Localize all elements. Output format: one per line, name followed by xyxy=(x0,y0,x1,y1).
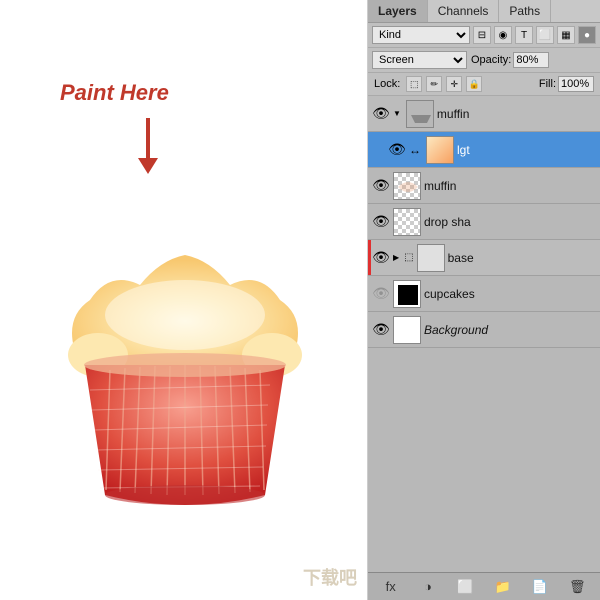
lock-row: Lock: ⬚ ✏ ✛ 🔒 Fill: 100% xyxy=(368,73,600,96)
thumb-muffin-group xyxy=(406,100,434,128)
layers-list: 👁 ▼ muffin 👁 ↔ lgt 👁 muffin xyxy=(368,96,600,572)
canvas-area: Paint Here xyxy=(0,0,368,600)
layer-lgt[interactable]: 👁 ↔ lgt xyxy=(368,132,600,168)
delete-button[interactable]: 🗑 xyxy=(567,577,587,597)
eye-cupcakes[interactable]: 👁 xyxy=(372,285,390,303)
lock-all-btn[interactable]: 🔒 xyxy=(466,76,482,92)
layer-muffin-group[interactable]: 👁 ▼ muffin xyxy=(368,96,600,132)
fill-group: Fill: 100% xyxy=(539,76,594,92)
watermark: 下载吧 xyxy=(303,564,357,590)
filter-icon-2[interactable]: ◉ xyxy=(494,26,512,44)
eye-muffin-group[interactable]: 👁 xyxy=(372,105,390,123)
eye-lgt[interactable]: 👁 xyxy=(388,141,406,159)
layer-name-base: base xyxy=(448,251,596,265)
new-layer-button[interactable]: 📄 xyxy=(530,577,550,597)
layer-name-drop-sha: drop sha xyxy=(424,215,596,229)
eye-drop-sha[interactable]: 👁 xyxy=(372,213,390,231)
tab-paths[interactable]: Paths xyxy=(499,0,551,22)
filter-icon-1[interactable]: ⊟ xyxy=(473,26,491,44)
group-arrow[interactable]: ▼ xyxy=(393,109,401,118)
eye-muffin[interactable]: 👁 xyxy=(372,177,390,195)
thumb-background xyxy=(393,316,421,344)
thumb-muffin xyxy=(393,172,421,200)
thumb-drop-sha xyxy=(393,208,421,236)
layer-name-muffin: muffin xyxy=(424,179,596,193)
mask-button[interactable]: ⬜ xyxy=(455,577,475,597)
kind-filter-select[interactable]: Kind xyxy=(372,26,470,44)
group-button[interactable]: 📁 xyxy=(493,577,513,597)
blend-mode-select[interactable]: Screen Normal Multiply Overlay xyxy=(372,51,467,69)
filter-icon-4[interactable]: ⬜ xyxy=(536,26,554,44)
eye-background[interactable]: 👁 xyxy=(372,321,390,339)
layer-cupcakes[interactable]: 👁 cupcakes xyxy=(368,276,600,312)
bottom-toolbar: fx ◑ ⬜ 📁 📄 🗑 xyxy=(368,572,600,600)
filter-icon-5[interactable]: ▦ xyxy=(557,26,575,44)
layers-panel: Layers Channels Paths Kind ⊟ ◉ T ⬜ ▦ ● S… xyxy=(368,0,600,600)
lock-label: Lock: xyxy=(374,78,400,90)
tab-layers[interactable]: Layers xyxy=(368,0,428,22)
fill-label: Fill: xyxy=(539,78,556,90)
filter-icon-3[interactable]: T xyxy=(515,26,533,44)
layer-name-muffin-group: muffin xyxy=(437,107,596,121)
layer-base-group[interactable]: 👁 ▶ ⬚ base xyxy=(368,240,600,276)
lock-move-btn[interactable]: ✛ xyxy=(446,76,462,92)
lock-paint-btn[interactable]: ✏ xyxy=(426,76,442,92)
layer-name-background: Background xyxy=(424,323,596,337)
link-icon-lgt: ↔ xyxy=(409,143,421,157)
lock-pixels-btn[interactable]: ⬚ xyxy=(406,76,422,92)
lock-icons: ⬚ ✏ ✛ 🔒 xyxy=(406,76,482,92)
filter-toggle[interactable]: ● xyxy=(578,26,596,44)
kind-filter-row: Kind ⊟ ◉ T ⬜ ▦ ● xyxy=(368,23,600,48)
thumb-base xyxy=(417,244,445,272)
eye-base[interactable]: 👁 xyxy=(372,249,390,267)
panel-tabs: Layers Channels Paths xyxy=(368,0,600,23)
base-group-arrow[interactable]: ▶ xyxy=(393,253,399,262)
layer-background[interactable]: 👁 Background xyxy=(368,312,600,348)
thumb-cupcakes-outer xyxy=(393,280,421,308)
layer-drop-sha[interactable]: 👁 drop sha xyxy=(368,204,600,240)
tab-channels[interactable]: Channels xyxy=(428,0,500,22)
opacity-input[interactable]: 80% xyxy=(513,52,549,68)
adjustment-button[interactable]: ◑ xyxy=(418,577,438,597)
blend-mode-row: Screen Normal Multiply Overlay Opacity: … xyxy=(368,48,600,73)
thumb-lgt xyxy=(426,136,454,164)
opacity-group: Opacity: 80% xyxy=(471,52,549,68)
paint-here-label: Paint Here xyxy=(60,80,169,106)
fill-input[interactable]: 100% xyxy=(558,76,594,92)
layer-name-cupcakes: cupcakes xyxy=(424,287,596,301)
layer-name-lgt: lgt xyxy=(457,143,596,157)
fx-button[interactable]: fx xyxy=(381,577,401,597)
cupcake-illustration xyxy=(30,200,340,540)
layer-muffin[interactable]: 👁 muffin xyxy=(368,168,600,204)
link-icon-base: ⬚ xyxy=(404,252,413,263)
opacity-label: Opacity: xyxy=(471,54,511,66)
